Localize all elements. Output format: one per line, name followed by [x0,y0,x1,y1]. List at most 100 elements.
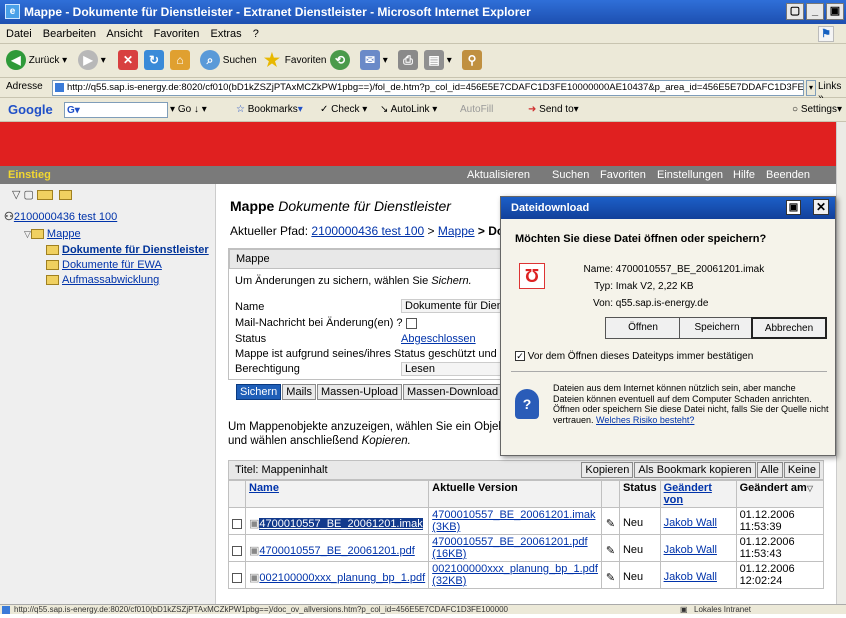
menu-datei[interactable]: Datei [6,28,32,40]
folder-icon[interactable] [37,190,53,201]
stop-icon: ✕ [118,50,138,71]
breadcrumb-root[interactable]: 2100000436 test 100 [311,224,424,238]
google-autolink[interactable]: ↘ AutoLink ▾ [380,102,437,118]
home-button[interactable]: ⌂ [170,50,190,72]
cancel-button[interactable]: Abbrechen [751,317,827,339]
tree-root[interactable]: ⚇2100000436 test 100 [4,210,117,223]
window-title: Mappe - Dokumente für Dienstleister - Ex… [24,5,531,19]
back-button[interactable]: ◀ Zurück ▾ [6,50,67,72]
page-scrollbar[interactable] [836,122,846,604]
field-name-row: Name Dokumente für Diens [235,299,527,313]
file-link[interactable]: 4700010557_BE_20061201.pdf [259,545,414,557]
sort-user[interactable]: Geändert von [664,482,712,506]
file-link[interactable]: 4700010557_BE_20061201.imak [259,518,423,530]
folder-icon [46,260,59,271]
research-button[interactable]: ⚲ [462,50,482,72]
restore-icon[interactable]: ▢ [786,3,804,20]
version-link[interactable]: 002100000xxx_planung_bp_1.pdf [432,563,598,575]
google-sendto[interactable]: ➜ Send to▾ [528,102,579,118]
google-search-input[interactable]: G▾ [64,102,168,118]
google-bookmarks[interactable]: ☆ Bookmarks▾ [236,102,303,118]
user-link[interactable]: Jakob Wall [664,571,717,583]
file-link[interactable]: 002100000xxx_planung_bp_1.pdf [259,572,425,584]
browser-toolbar: ◀ Zurück ▾ ▶ ▾ ✕ ↻ ⌂ ⌕ Suchen ★ Favorite… [0,44,846,78]
refresh-icon: ↻ [144,50,164,71]
maximize-button[interactable]: ▣ [826,3,844,20]
kopieren-button[interactable]: Kopieren [581,462,634,478]
open-button[interactable]: Öffnen [605,317,681,339]
favorites-button[interactable]: ★ Favoriten [262,50,327,72]
nav-favoriten[interactable]: Favoriten [600,166,646,184]
nav-beenden[interactable]: Beenden [766,166,810,184]
status-value[interactable]: Abgeschlossen [401,333,476,345]
stop-button[interactable]: ✕ [118,50,138,72]
mail-checkbox[interactable] [405,317,417,329]
google-go-button[interactable]: ▾ Go ↓ ▾ [170,102,207,118]
nav-suchen[interactable]: Suchen [552,166,589,184]
menu-bearbeiten[interactable]: Bearbeiten [43,28,96,40]
folder-icon[interactable] [59,190,73,201]
dialog-help-icon[interactable]: ▣ [786,200,801,215]
sort-name[interactable]: Name [249,482,279,494]
alle-button[interactable]: Alle [756,462,783,478]
massen-upload-button[interactable]: Massen-Upload [316,384,403,400]
address-dropdown-icon[interactable]: ▾ [806,80,816,96]
minimize-button[interactable]: _ [806,3,824,20]
menu-help[interactable]: ? [253,28,259,40]
nav-hilfe[interactable]: Hilfe [733,166,755,184]
menu-favoriten[interactable]: Favoriten [154,28,200,40]
file-details: Name: 4700010557_BE_20061201.imak Typ: I… [583,264,765,309]
tree-item-ewa[interactable]: Dokumente für EWA [46,259,162,271]
sichern-button[interactable]: Sichern [236,384,282,400]
pencil-icon[interactable]: ✎ [606,572,615,584]
google-autofill[interactable]: AutoFill [460,102,493,118]
bookmark-button[interactable]: Als Bookmark kopieren [634,462,756,478]
file-icon: ▣ [249,572,260,584]
page-icon [55,83,64,92]
print-button[interactable]: ⎙ [398,50,418,72]
row-checkbox[interactable] [232,573,242,583]
breadcrumb-mappe[interactable]: Mappe [438,224,475,238]
edit-button[interactable]: ▤ ▾ [424,50,452,72]
forward-button[interactable]: ▶ ▾ [78,50,106,72]
table-row: ▣002100000xxx_planung_bp_1.pdf 002100000… [228,561,825,589]
history-button[interactable]: ⟲ [330,50,350,72]
massen-download-button[interactable]: Massen-Download [403,384,503,400]
pencil-icon[interactable]: ✎ [606,545,615,557]
google-check[interactable]: ✓ Check ▾ [320,102,367,118]
menu-ansicht[interactable]: Ansicht [106,28,142,40]
dialog-close-button[interactable]: ✕ [813,199,829,215]
tree-folder-mappe[interactable]: ▽ Mappe [24,228,81,240]
home-icon: ⌂ [170,50,190,71]
search-button[interactable]: ⌕ Suchen [200,50,257,72]
panel-title: Mappe [229,249,527,269]
save-button[interactable]: Speichern [679,317,755,339]
refresh-button[interactable]: ↻ [144,50,164,72]
row-checkbox[interactable] [232,546,242,556]
nav-einstellungen[interactable]: Einstellungen [657,166,723,184]
tree-tool-icon[interactable]: ▢ [24,189,34,201]
user-link[interactable]: Jakob Wall [664,517,717,529]
user-link[interactable]: Jakob Wall [664,544,717,556]
row-checkbox[interactable] [232,519,242,529]
keine-button[interactable]: Keine [783,462,820,478]
tree-item-aufmass[interactable]: Aufmassabwicklung [46,274,159,286]
google-settings[interactable]: ○ Settings▾ [792,102,842,118]
mails-button[interactable]: Mails [282,384,316,400]
risk-link[interactable]: Welches Risiko besteht? [596,415,694,425]
version-link[interactable]: 4700010557_BE_20061201.pdf [432,536,587,548]
page-icon [2,606,10,614]
tree-item-dienstleister[interactable]: Dokumente für Dienstleister [46,244,209,256]
menu-extras[interactable]: Extras [210,28,241,40]
windows-logo-icon: ⚑ [818,26,834,42]
nav-aktualisieren[interactable]: Aktualisieren [467,166,530,184]
confirm-checkbox[interactable]: ✓ [515,351,525,362]
mail-button[interactable]: ✉ ▾ [360,50,388,72]
address-input[interactable]: http://q55.sap.is-energy.de:8020/cf010(b… [52,80,804,96]
version-link[interactable]: 4700010557_BE_20061201.imak [432,509,595,521]
tree-toolbar: ▽ ▢ [12,188,75,201]
tree-tool-icon[interactable]: ▽ [12,189,20,201]
column-date[interactable]: Geändert am [740,482,807,494]
portal-start-link[interactable]: Einstieg [8,166,51,184]
pencil-icon[interactable]: ✎ [606,518,615,530]
